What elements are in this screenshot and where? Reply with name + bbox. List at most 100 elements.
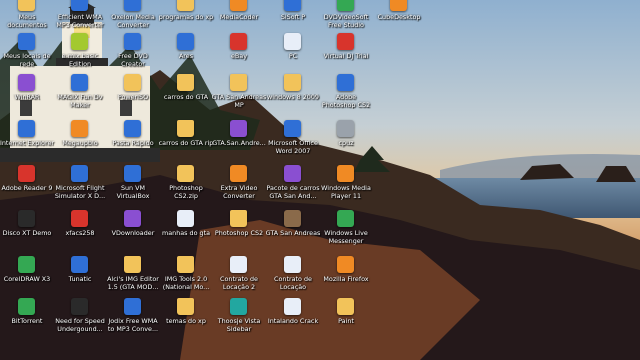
desktop-icon[interactable]: VDownloader (106, 208, 160, 252)
desktop-icon[interactable]: Sun VM VirtualBox (106, 163, 160, 207)
desktop-icon[interactable]: windows 8 2009 (266, 72, 320, 116)
app-icon (18, 298, 35, 315)
app-icon (284, 0, 301, 11)
desktop-icon[interactable]: Ares (159, 31, 213, 75)
document-icon (177, 210, 194, 227)
app-icon (124, 165, 141, 182)
app-icon (337, 33, 354, 50)
desktop-icon[interactable]: Photoshop CS2 (212, 208, 266, 252)
desktop-icon[interactable]: Virtual DJ Trial (319, 31, 373, 75)
desktop-icon-grid: Meus documentos Efficient WMA MP3 Convert… (0, 0, 640, 360)
desktop-icon[interactable]: GTA.San.Andre... (212, 118, 266, 162)
browser-icon (337, 256, 354, 273)
app-icon (18, 256, 35, 273)
desktop: Meus documentos Efficient WMA MP3 Convert… (0, 0, 640, 360)
desktop-icon[interactable]: Need for Speed Undergound... (53, 296, 107, 340)
desktop-icon[interactable]: Adobe Reader 9 (0, 163, 54, 207)
desktop-icon[interactable]: Extra Video Converter (212, 163, 266, 207)
desktop-icon[interactable]: Intalando Crack (266, 296, 320, 340)
desktop-icon[interactable]: carros do GTA rip (159, 118, 213, 162)
desktop-icon[interactable]: CubeDesktop (372, 0, 426, 36)
desktop-icon[interactable]: MAGIX Fun Dv Maker (53, 72, 107, 116)
desktop-icon-label: CubeDesktop (377, 14, 421, 21)
desktop-icon-label: GTA.San.Andre... (212, 140, 266, 147)
desktop-icon-label: GTA San Andreas MP (211, 94, 267, 109)
app-icon (124, 0, 141, 11)
desktop-icon[interactable]: Meus locais de rede (0, 31, 54, 75)
desktop-icon[interactable]: Microsoft Flight Simulator X D... (53, 163, 107, 207)
folder-icon (18, 0, 35, 11)
desktop-icon-label: Extra Video Converter (220, 185, 258, 200)
disc-icon (124, 74, 141, 91)
app-icon (337, 165, 354, 182)
desktop-icon[interactable]: e-mix basic Edition (53, 31, 107, 75)
app-icon (337, 210, 354, 227)
desktop-icon[interactable]: Megaupbio (53, 118, 107, 162)
desktop-icon-label: cpuz (338, 140, 354, 147)
desktop-icon[interactable]: Paint (319, 296, 373, 340)
desktop-icon[interactable]: Contrato de Locação 2 (212, 254, 266, 298)
desktop-icon[interactable]: Jodix Free WMA to MP3 Conve... (106, 296, 160, 340)
app-icon (71, 210, 88, 227)
document-icon (284, 33, 301, 50)
desktop-icon[interactable]: Disco XT Demo (0, 208, 54, 252)
desktop-icon[interactable]: manhas do gta (159, 208, 213, 252)
desktop-icon[interactable]: Adobe Photoshop CS2 (319, 72, 373, 116)
desktop-icon[interactable]: BitTorrent (0, 296, 54, 340)
app-icon (337, 298, 354, 315)
desktop-icon[interactable]: GTA San Andreas (266, 208, 320, 252)
folder-icon (284, 74, 301, 91)
desktop-icon[interactable]: Thoosje Vista Sidebar (212, 296, 266, 340)
app-icon (230, 0, 247, 11)
document-icon (230, 256, 247, 273)
desktop-icon-label: Contrato de Locação 2 (220, 276, 258, 291)
folder-icon (177, 256, 194, 273)
desktop-icon[interactable]: eBay (212, 31, 266, 75)
desktop-icon[interactable]: Microsoft Office Word 2007 (266, 118, 320, 162)
desktop-icon[interactable]: Photoshop CS2.zip (159, 163, 213, 207)
app-icon (124, 210, 141, 227)
desktop-icon[interactable]: WinRAR (0, 72, 54, 116)
desktop-icon[interactable]: Tunatic (53, 254, 107, 298)
app-icon (230, 298, 247, 315)
desktop-icon[interactable]: Free DVD Creator (106, 31, 160, 75)
app-icon (337, 74, 354, 91)
document-icon (284, 256, 301, 273)
app-icon (71, 0, 88, 11)
desktop-icon-label: eBay (230, 53, 247, 60)
desktop-icon[interactable]: IMG Tools 2.0 (National Mo... (159, 254, 213, 298)
desktop-icon[interactable]: PowerISO (106, 72, 160, 116)
app-icon (337, 120, 354, 137)
app-icon (284, 210, 301, 227)
desktop-icon[interactable]: PC (266, 31, 320, 75)
desktop-icon[interactable]: xfacs258 (53, 208, 107, 252)
app-icon (230, 33, 247, 50)
desktop-icon[interactable]: Windows Media Player 11 (319, 163, 373, 207)
archive-icon (18, 74, 35, 91)
desktop-icon-label: Mozilla Firefox (323, 276, 369, 283)
folder-icon (177, 0, 194, 11)
desktop-icon[interactable]: Windows Live Messenger (319, 208, 373, 252)
desktop-icon[interactable]: CorelDRAW X3 (0, 254, 54, 298)
desktop-icon[interactable]: Internet Explorer (0, 118, 54, 162)
folder-icon (177, 298, 194, 315)
desktop-icon[interactable]: temas do xp (159, 296, 213, 340)
app-icon (390, 0, 407, 11)
browser-icon (18, 120, 35, 137)
desktop-icon[interactable]: carros do GTA (159, 72, 213, 116)
app-icon (71, 165, 88, 182)
document-icon (284, 120, 301, 137)
desktop-icon[interactable]: GTA San Andreas MP (212, 72, 266, 116)
desktop-icon[interactable]: cpuz (319, 118, 373, 162)
archive-icon (177, 165, 194, 182)
desktop-icon-label: Thoosje Vista Sidebar (217, 318, 261, 333)
app-icon (71, 256, 88, 273)
desktop-icon[interactable]: Contrato de Locação (266, 254, 320, 298)
desktop-icon[interactable]: Pacote de carros GTA San And... (266, 163, 320, 207)
desktop-icon-label: Windows Live Messenger (324, 230, 368, 245)
archive-icon (284, 165, 301, 182)
desktop-icon[interactable]: Alci's IMG Editor 1.5 (GTA MOD... (106, 254, 160, 298)
archive-icon (230, 120, 247, 137)
desktop-icon[interactable]: Pasta Rápido (106, 118, 160, 162)
desktop-icon[interactable]: Mozilla Firefox (319, 254, 373, 298)
